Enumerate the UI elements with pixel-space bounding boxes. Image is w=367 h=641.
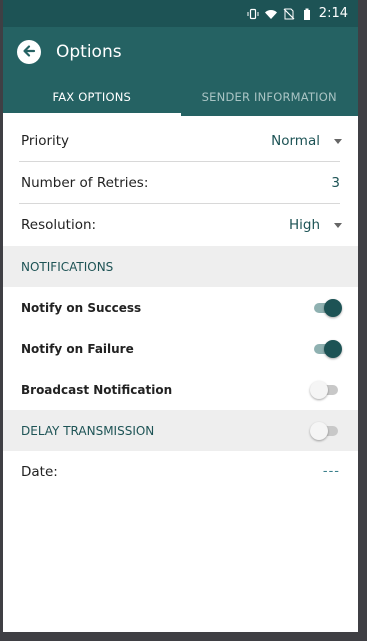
delay-transmission-header: DELAY TRANSMISSION xyxy=(21,423,155,438)
broadcast-notification-row[interactable]: Broadcast Notification xyxy=(3,369,358,410)
retries-row[interactable]: Number of Retries: 3 xyxy=(3,162,358,204)
tab-sender-information[interactable]: SENDER INFORMATION xyxy=(181,77,359,116)
priority-row[interactable]: Priority Normal xyxy=(3,120,358,162)
arrow-left-icon xyxy=(22,43,36,62)
delay-transmission-toggle[interactable] xyxy=(310,421,340,440)
tab-fax-options[interactable]: FAX OPTIONS xyxy=(3,77,181,116)
resolution-row[interactable]: Resolution: High xyxy=(3,204,358,246)
app-bar: Options xyxy=(3,27,358,77)
tab-bar: FAX OPTIONS SENDER INFORMATION xyxy=(3,77,358,116)
priority-label: Priority xyxy=(21,133,70,149)
retries-value[interactable]: 3 xyxy=(331,175,340,191)
notifications-section-header: NOTIFICATIONS xyxy=(3,246,358,287)
date-label: Date: xyxy=(21,463,58,480)
resolution-label: Resolution: xyxy=(21,217,97,233)
app-screen: 2:14 Options FAX OPTIONS SENDER INFORMAT… xyxy=(3,0,358,632)
notify-success-row[interactable]: Notify on Success xyxy=(3,287,358,328)
battery-icon xyxy=(301,8,313,20)
status-bar: 2:14 xyxy=(3,0,358,27)
notify-success-toggle[interactable] xyxy=(312,298,342,317)
date-value[interactable]: --- xyxy=(323,464,340,479)
no-sim-icon xyxy=(283,8,295,20)
broadcast-notification-label: Broadcast Notification xyxy=(21,382,173,397)
broadcast-notification-toggle[interactable] xyxy=(310,380,340,399)
resolution-value: High xyxy=(288,217,320,233)
resolution-select[interactable]: High xyxy=(288,217,342,233)
retries-label: Number of Retries: xyxy=(21,175,149,191)
notify-failure-row[interactable]: Notify on Failure xyxy=(3,328,358,369)
back-button[interactable] xyxy=(17,40,41,64)
date-row[interactable]: Date: --- xyxy=(3,451,358,492)
priority-select[interactable]: Normal xyxy=(271,133,342,149)
status-time: 2:14 xyxy=(318,6,348,21)
notifications-header: NOTIFICATIONS xyxy=(21,259,114,274)
priority-value: Normal xyxy=(271,133,320,149)
page-title: Options xyxy=(56,42,122,62)
notify-failure-label: Notify on Failure xyxy=(21,341,134,356)
notify-success-label: Notify on Success xyxy=(21,300,142,315)
vibrate-icon xyxy=(247,8,259,20)
delay-transmission-section-header: DELAY TRANSMISSION xyxy=(3,410,358,451)
dropdown-caret-icon xyxy=(334,138,342,144)
wifi-icon xyxy=(264,8,277,20)
notify-failure-toggle[interactable] xyxy=(312,339,342,358)
dropdown-caret-icon xyxy=(334,222,342,228)
